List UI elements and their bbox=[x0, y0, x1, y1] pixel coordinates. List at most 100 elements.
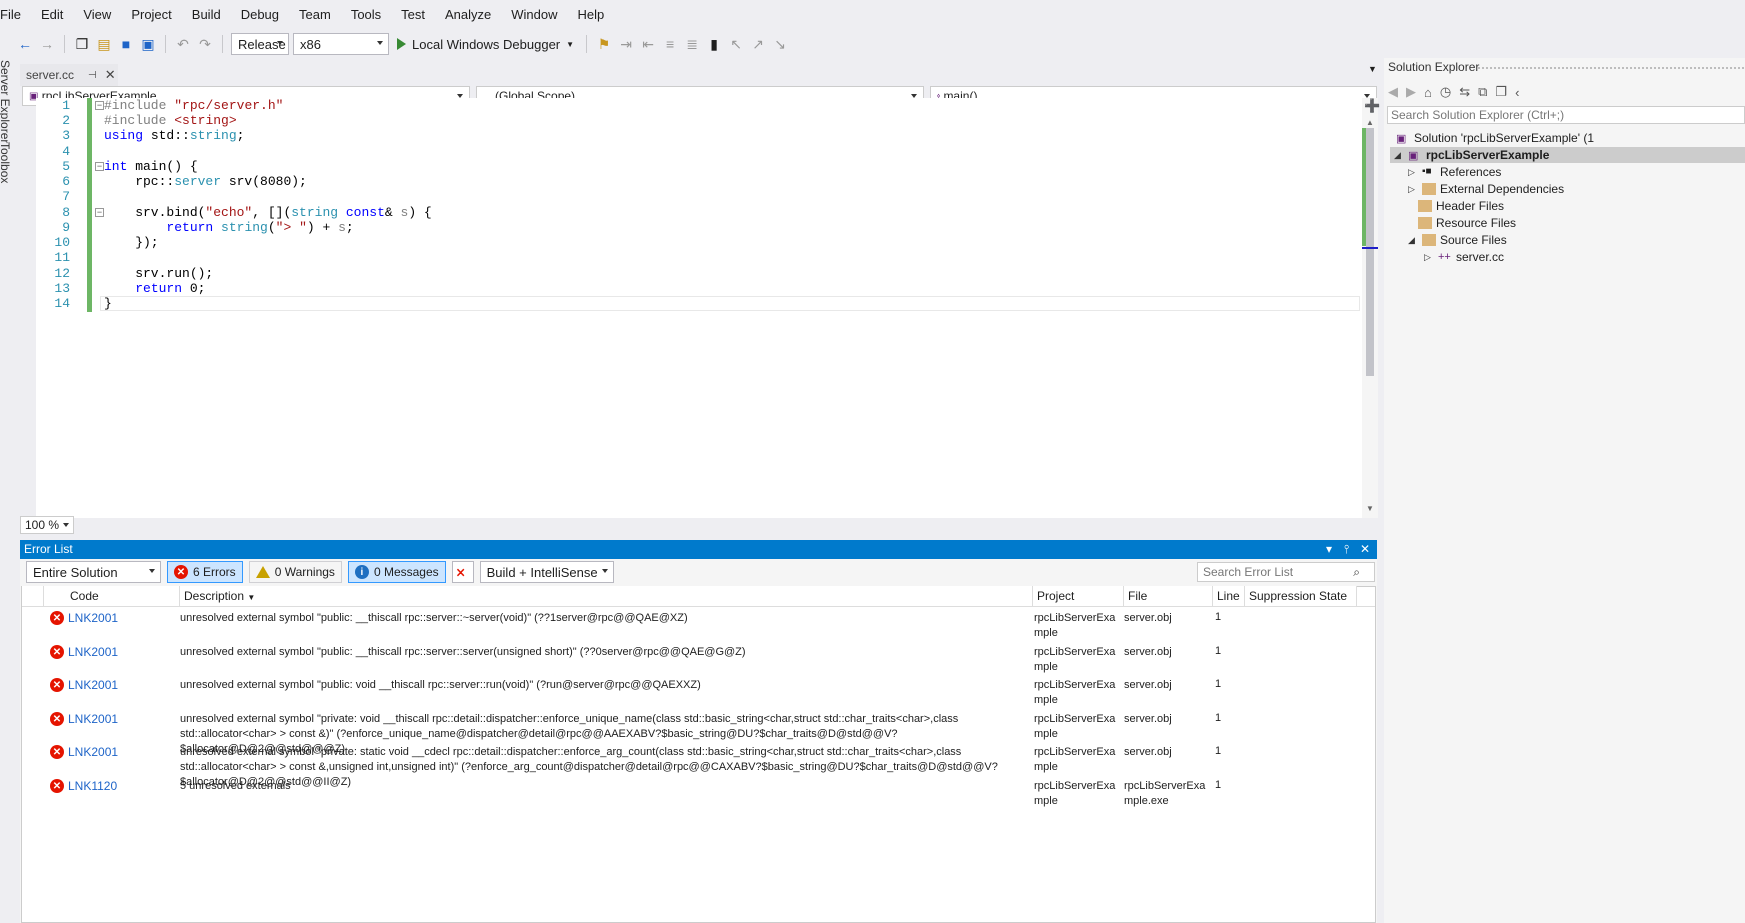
show-all-files-icon[interactable]: ❐ bbox=[1495, 84, 1507, 100]
menu-file[interactable]: File bbox=[0, 0, 31, 30]
table-row[interactable]: ✕ LNK2001 unresolved external symbol "pu… bbox=[22, 676, 1375, 710]
tree-item-header-files[interactable]: Header Files bbox=[1418, 198, 1504, 214]
error-code-link[interactable]: LNK2001 bbox=[68, 611, 118, 625]
table-row[interactable]: ✕ LNK2001 unresolved external symbol "pr… bbox=[22, 710, 1375, 755]
platform-dropdown[interactable]: x86 bbox=[293, 33, 389, 55]
column-header-description[interactable]: Description ▼ bbox=[180, 586, 1033, 606]
editor-scrollbar-thumb[interactable] bbox=[1366, 128, 1374, 376]
zoom-level-dropdown[interactable]: 100 % bbox=[20, 516, 74, 534]
menu-test[interactable]: Test bbox=[391, 0, 435, 30]
home-icon[interactable]: ⌂ bbox=[1424, 85, 1432, 100]
pin-icon[interactable]: ⊣ bbox=[88, 70, 97, 81]
tree-item-resource-files[interactable]: Resource Files bbox=[1418, 215, 1516, 231]
table-row[interactable]: ✕ LNK2001 unresolved external symbol "pu… bbox=[22, 609, 1375, 643]
open-folder-icon[interactable]: ▤ bbox=[95, 35, 113, 53]
panel-drag-grip[interactable] bbox=[1477, 66, 1745, 70]
error-code-link[interactable]: LNK2001 bbox=[68, 712, 118, 726]
undo-icon[interactable]: ↶ bbox=[174, 35, 192, 53]
tree-item-source-files[interactable]: ◢ Source Files bbox=[1408, 232, 1507, 248]
step-over-icon[interactable]: ⇤ bbox=[639, 35, 657, 53]
column-header-suppression-state[interactable]: Suppression State bbox=[1245, 586, 1357, 606]
window-menu-chevron-icon[interactable]: ▾ bbox=[1326, 540, 1332, 559]
scroll-up-icon[interactable]: ▲ bbox=[1366, 118, 1374, 127]
tree-item-project[interactable]: ◢ ▣ rpcLibServerExample bbox=[1390, 147, 1745, 163]
bookmark-icon[interactable]: ▮ bbox=[705, 35, 723, 53]
document-tab-server-cc[interactable]: server.cc ⊣ ✕ bbox=[20, 64, 118, 86]
indent-icon[interactable]: ≡ bbox=[661, 35, 679, 53]
error-code-link[interactable]: LNK1120 bbox=[68, 779, 117, 793]
error-code-link[interactable]: LNK2001 bbox=[68, 645, 118, 659]
column-header-category[interactable] bbox=[22, 586, 44, 606]
table-row[interactable]: ✕ LNK1120 5 unresolved externals rpcLibS… bbox=[22, 777, 1375, 811]
back-icon[interactable]: ◀ bbox=[1388, 84, 1398, 100]
sync-icon[interactable]: ⇆ bbox=[1459, 84, 1470, 100]
close-icon[interactable]: ✕ bbox=[105, 67, 116, 83]
menu-window[interactable]: Window bbox=[501, 0, 567, 30]
pin-icon[interactable]: ⫯ bbox=[1344, 540, 1349, 559]
menu-team[interactable]: Team bbox=[289, 0, 341, 30]
expanded-triangle-icon[interactable]: ◢ bbox=[1408, 235, 1418, 246]
error-icon: ✕ bbox=[50, 678, 64, 692]
menu-view[interactable]: View bbox=[73, 0, 121, 30]
table-row[interactable]: ✕ LNK2001 unresolved external symbol "pr… bbox=[22, 743, 1375, 788]
chevron-left-icon[interactable]: ‹ bbox=[1515, 85, 1519, 100]
start-debugger-button[interactable]: Local Windows Debugger ▼ bbox=[393, 37, 578, 52]
save-all-icon[interactable]: ▣ bbox=[139, 35, 157, 53]
menu-debug[interactable]: Debug bbox=[231, 0, 289, 30]
document-list-chevron-icon[interactable]: ▼ bbox=[1368, 64, 1377, 74]
tree-item-solution[interactable]: ▣ Solution 'rpcLibServerExample' (1 bbox=[1396, 130, 1594, 146]
step-icon[interactable]: ⇥ bbox=[617, 35, 635, 53]
tree-item-external-dependencies[interactable]: ▷ External Dependencies bbox=[1408, 181, 1564, 197]
error-icon: ✕ bbox=[50, 611, 64, 625]
search-icon[interactable]: ⌕ bbox=[1353, 563, 1360, 581]
column-header-project[interactable]: Project bbox=[1033, 586, 1124, 606]
find-icon[interactable]: ⚑ bbox=[595, 35, 613, 53]
messages-filter-button[interactable]: i0 Messages bbox=[347, 561, 446, 583]
search-solution-explorer-input[interactable]: Search Solution Explorer (Ctrl+;) bbox=[1387, 106, 1745, 124]
close-icon[interactable]: ✕ bbox=[1360, 540, 1370, 559]
forward-icon[interactable]: → bbox=[38, 35, 56, 53]
header-divider bbox=[22, 606, 1375, 607]
outdent-icon[interactable]: ≣ bbox=[683, 35, 701, 53]
scroll-down-icon[interactable]: ▼ bbox=[1366, 504, 1374, 513]
collapse-all-icon[interactable]: ⧉ bbox=[1478, 84, 1487, 100]
errors-filter-button[interactable]: ✕ 6 Errors bbox=[167, 561, 243, 583]
collapsed-triangle-icon[interactable]: ▷ bbox=[1424, 252, 1434, 263]
menu-help[interactable]: Help bbox=[568, 0, 615, 30]
split-window-icon[interactable]: ➕ bbox=[1364, 98, 1380, 114]
menu-edit[interactable]: Edit bbox=[31, 0, 73, 30]
menu-build[interactable]: Build bbox=[182, 0, 231, 30]
collapsed-triangle-icon[interactable]: ▷ bbox=[1408, 184, 1418, 195]
save-icon[interactable]: ■ bbox=[117, 35, 135, 53]
new-project-icon[interactable]: ❐ bbox=[73, 35, 91, 53]
build-intellisense-dropdown[interactable]: Build + IntelliSense bbox=[479, 561, 614, 583]
expanded-triangle-icon[interactable]: ◢ bbox=[1394, 150, 1404, 161]
history-icon[interactable]: ◷ bbox=[1440, 84, 1451, 100]
tree-item-server-cc[interactable]: ▷ ++ server.cc bbox=[1424, 249, 1504, 265]
search-error-list-input[interactable]: Search Error List ⌕ bbox=[1197, 562, 1375, 582]
chevron-down-icon[interactable]: ▼ bbox=[566, 40, 574, 49]
collapsed-triangle-icon[interactable]: ▷ bbox=[1408, 167, 1418, 178]
menu-analyze[interactable]: Analyze bbox=[435, 0, 501, 30]
back-icon[interactable]: ← bbox=[16, 35, 34, 53]
tree-item-references[interactable]: ▷ ▪■ References bbox=[1408, 164, 1501, 180]
clear-bookmarks-icon[interactable]: ↘ bbox=[771, 35, 789, 53]
warnings-filter-button[interactable]: 0 Warnings bbox=[248, 561, 342, 583]
menu-tools[interactable]: Tools bbox=[341, 0, 391, 30]
error-scope-dropdown[interactable]: Entire Solution bbox=[26, 561, 161, 583]
configuration-dropdown[interactable]: Release bbox=[231, 33, 289, 55]
forward-icon[interactable]: ▶ bbox=[1406, 84, 1416, 100]
column-header-code[interactable]: Code bbox=[44, 586, 180, 606]
clear-filter-icon[interactable]: ⨯ bbox=[451, 561, 474, 583]
code-line-5: int main() { bbox=[104, 159, 198, 174]
table-row[interactable]: ✕ LNK2001 unresolved external symbol "pu… bbox=[22, 643, 1375, 677]
folder-icon bbox=[1422, 183, 1436, 195]
redo-icon[interactable]: ↷ bbox=[196, 35, 214, 53]
error-code-link[interactable]: LNK2001 bbox=[68, 678, 118, 692]
next-bookmark-icon[interactable]: ↗ bbox=[749, 35, 767, 53]
error-code-link[interactable]: LNK2001 bbox=[68, 745, 118, 759]
menu-project[interactable]: Project bbox=[121, 0, 181, 30]
column-header-line[interactable]: Line bbox=[1213, 586, 1245, 606]
column-header-file[interactable]: File bbox=[1124, 586, 1213, 606]
prev-bookmark-icon[interactable]: ↖ bbox=[727, 35, 745, 53]
